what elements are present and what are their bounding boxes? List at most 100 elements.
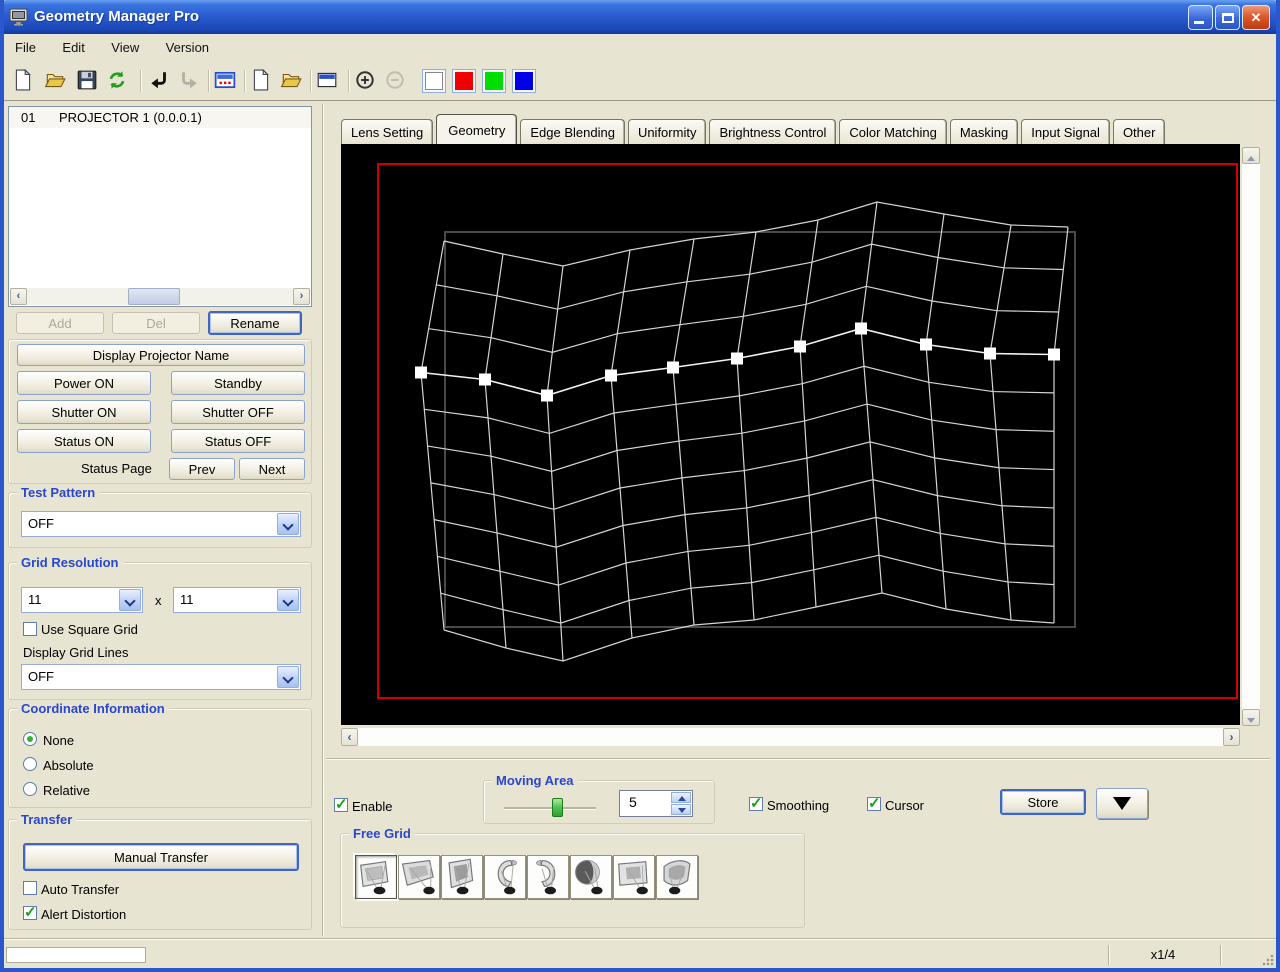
standby-button[interactable]: Standby: [171, 371, 305, 395]
use-square-grid-checkbox[interactable]: [23, 622, 37, 636]
tab-input-signal[interactable]: Input Signal: [1021, 119, 1110, 144]
color-green-button[interactable]: [482, 69, 506, 93]
store-dropdown-button[interactable]: [1096, 788, 1148, 819]
zoom-level-indicator: x1/4: [1150, 947, 1176, 962]
free-grid-mode-warped-screen[interactable]: [656, 855, 698, 899]
tab-other[interactable]: Other: [1112, 119, 1166, 144]
chevron-down-icon[interactable]: [277, 513, 299, 535]
zoom-out-icon[interactable]: [384, 69, 408, 93]
title-bar[interactable]: Geometry Manager Pro ✕: [0, 0, 1280, 34]
projector-panel-icon[interactable]: [214, 69, 238, 93]
free-grid-mode-tilted-screen[interactable]: [398, 855, 440, 899]
spinner-up-icon[interactable]: [671, 792, 691, 803]
tab-uniformity[interactable]: Uniformity: [627, 119, 707, 144]
new-file-icon[interactable]: [12, 68, 36, 93]
canvas-hscrollbar[interactable]: ‹ ›: [341, 728, 1240, 746]
status-progress-box: [6, 947, 146, 963]
alert-distortion-checkbox[interactable]: [23, 903, 37, 921]
free-grid-mode-curved-screen-left[interactable]: [527, 855, 569, 899]
scroll-up-icon[interactable]: [1242, 147, 1260, 164]
geometry-canvas[interactable]: [341, 144, 1240, 725]
open-file-icon[interactable]: [44, 69, 68, 93]
cursor-checkbox[interactable]: [867, 794, 881, 812]
resize-grip[interactable]: [1261, 953, 1275, 967]
cursor-label: Cursor: [885, 798, 925, 813]
menu-version[interactable]: Version: [155, 34, 220, 62]
grid-resolution-h-select[interactable]: 11: [21, 587, 143, 613]
auto-transfer-checkbox[interactable]: [23, 881, 37, 895]
menu-view[interactable]: View: [100, 34, 150, 62]
del-button[interactable]: Del: [112, 312, 200, 334]
scroll-left-icon[interactable]: ‹: [10, 288, 27, 305]
next-button[interactable]: Next: [239, 458, 305, 480]
tab-lens-setting[interactable]: Lens Setting: [341, 119, 434, 144]
color-red-button[interactable]: [452, 69, 476, 93]
open-layout-icon[interactable]: [280, 69, 304, 93]
tab-masking[interactable]: Masking: [949, 119, 1019, 144]
grid-resolution-v-select[interactable]: 11: [173, 587, 301, 613]
close-button[interactable]: ✕: [1242, 5, 1270, 30]
color-white-button[interactable]: [422, 69, 446, 93]
tab-color-matching[interactable]: Color Matching: [839, 119, 947, 144]
undo-icon[interactable]: [148, 69, 172, 93]
enable-checkbox[interactable]: [334, 795, 348, 813]
maximize-button[interactable]: [1215, 5, 1240, 30]
scroll-right-icon[interactable]: ›: [1223, 728, 1240, 746]
redo-icon[interactable]: [178, 69, 202, 93]
projector-list-hscrollbar[interactable]: ‹ ›: [10, 288, 310, 305]
coordinate-absolute-radio[interactable]: [23, 757, 37, 771]
free-grid-mode-perspective-screen[interactable]: [613, 855, 655, 899]
coordinate-information-label: Coordinate Information: [17, 701, 169, 716]
minimize-button[interactable]: [1188, 5, 1213, 30]
scroll-left-icon[interactable]: ‹: [341, 728, 358, 746]
test-pattern-select[interactable]: OFF: [21, 511, 301, 537]
chevron-down-icon[interactable]: [277, 589, 299, 611]
zoom-in-icon[interactable]: [354, 69, 378, 93]
store-button[interactable]: Store: [1000, 789, 1086, 815]
coordinate-none-radio[interactable]: [23, 732, 37, 746]
moving-area-slider-thumb[interactable]: [552, 798, 563, 817]
rename-button[interactable]: Rename: [208, 311, 302, 335]
power-on-button[interactable]: Power ON: [17, 371, 151, 395]
test-pattern-value: OFF: [28, 516, 54, 531]
menu-file[interactable]: File: [4, 34, 47, 62]
moving-area-spinner[interactable]: 5: [619, 790, 693, 817]
prev-button[interactable]: Prev: [169, 458, 235, 480]
color-blue-button[interactable]: [512, 69, 536, 93]
window-view-icon[interactable]: [316, 69, 340, 93]
canvas-vscrollbar[interactable]: [1242, 147, 1260, 726]
tab-geometry[interactable]: Geometry: [436, 114, 518, 144]
scroll-down-icon[interactable]: [1242, 709, 1260, 726]
scroll-right-icon[interactable]: ›: [293, 288, 310, 305]
projector-list[interactable]: 01 PROJECTOR 1 (0.0.0.1) ‹ ›: [8, 106, 312, 307]
moving-area-slider-track[interactable]: [504, 807, 596, 810]
projector-list-item[interactable]: 01 PROJECTOR 1 (0.0.0.1): [9, 107, 311, 128]
free-grid-mode-angled-screen[interactable]: [441, 855, 483, 899]
spinner-down-icon[interactable]: [671, 804, 691, 815]
status-on-button[interactable]: Status ON: [17, 429, 151, 453]
distortion-grid[interactable]: [341, 144, 1240, 725]
tab-brightness-control[interactable]: Brightness Control: [709, 119, 837, 144]
tab-edge-blending[interactable]: Edge Blending: [520, 119, 625, 144]
chevron-down-icon[interactable]: [277, 666, 299, 688]
free-grid-mode-dome-screen[interactable]: [570, 855, 612, 899]
add-button[interactable]: Add: [16, 312, 104, 334]
manual-transfer-button[interactable]: Manual Transfer: [23, 843, 299, 871]
save-icon[interactable]: [76, 69, 100, 93]
free-grid-mode-flat-screen[interactable]: [355, 855, 397, 899]
shutter-off-button[interactable]: Shutter OFF: [171, 400, 305, 424]
coordinate-relative-radio[interactable]: [23, 782, 37, 796]
tab-strip: Lens Setting Geometry Edge Blending Unif…: [341, 110, 1168, 144]
status-off-button[interactable]: Status OFF: [171, 429, 305, 453]
display-projector-name-button[interactable]: Display Projector Name: [17, 344, 305, 366]
chevron-down-icon[interactable]: [119, 589, 141, 611]
display-grid-lines-select[interactable]: OFF: [21, 664, 301, 690]
scroll-thumb[interactable]: [128, 288, 180, 305]
refresh-icon[interactable]: [106, 69, 130, 93]
status-bar: x1/4: [4, 942, 1276, 968]
shutter-on-button[interactable]: Shutter ON: [17, 400, 151, 424]
new-layout-icon[interactable]: [250, 68, 274, 93]
free-grid-mode-curved-screen-right[interactable]: [484, 855, 526, 899]
menu-edit[interactable]: Edit: [51, 34, 95, 62]
smoothing-checkbox[interactable]: [749, 794, 763, 812]
